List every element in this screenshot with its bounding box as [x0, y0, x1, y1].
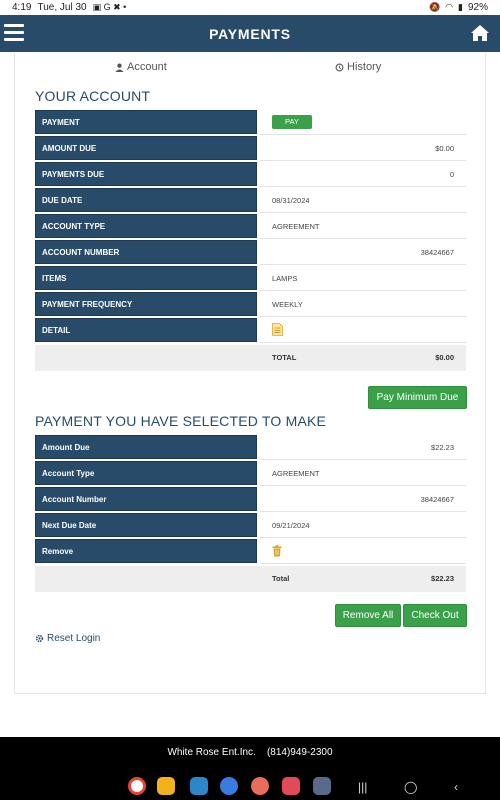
gear-icon	[35, 634, 44, 643]
total-value: $22.23	[431, 574, 454, 583]
row-label: DUE DATE	[35, 188, 257, 212]
total-label: TOTAL	[272, 353, 297, 362]
document-icon[interactable]	[272, 323, 283, 336]
table-row: ACCOUNT NUMBER 38424667	[35, 240, 466, 266]
row-label: PAYMENT FREQUENCY	[35, 292, 257, 316]
next-due-date-value: 09/21/2024	[272, 521, 310, 530]
reset-login-label: Reset Login	[47, 633, 101, 644]
table-row: DUE DATE 08/31/2024	[35, 188, 466, 214]
battery-icon: ▮	[458, 2, 463, 12]
total-row: Total $22.23	[35, 566, 466, 592]
table-row: PAYMENTS DUE 0	[35, 162, 466, 188]
account-number-value: 38424667	[420, 248, 454, 257]
tab-account-label: Account	[127, 61, 167, 73]
selected-amount-due-value: $22.23	[431, 443, 454, 452]
amount-due-value: $0.00	[435, 144, 454, 153]
apps-grid-icon[interactable]	[313, 777, 331, 795]
selected-account-type-value: AGREEMENT	[272, 469, 320, 478]
table-row: ACCOUNT TYPE AGREEMENT	[35, 214, 466, 240]
table-row: PAYMENT PAY	[35, 110, 466, 136]
remove-all-button[interactable]: Remove All	[335, 604, 401, 627]
table-row: ITEMS LAMPS	[35, 266, 466, 292]
notification-icons: ▣ G ✖ •	[92, 2, 127, 12]
status-time: 4:19	[12, 2, 32, 13]
tab-history-label: History	[347, 61, 382, 73]
table-row: Account Type AGREEMENT	[35, 461, 466, 487]
page-title: PAYMENTS	[209, 25, 291, 42]
table-row: AMOUNT DUE $0.00	[35, 136, 466, 162]
pay-minimum-due-button[interactable]: Pay Minimum Due	[368, 386, 467, 409]
calendar-icon[interactable]	[190, 777, 208, 795]
table-row: Remove	[35, 539, 466, 565]
back-icon[interactable]: ‹	[454, 780, 458, 794]
screen-recorder-icon[interactable]	[282, 777, 300, 795]
messages-icon[interactable]	[220, 777, 238, 795]
row-label: AMOUNT DUE	[35, 136, 257, 160]
row-label: ITEMS	[35, 266, 257, 290]
tab-account[interactable]: Account	[115, 61, 167, 73]
chrome-icon[interactable]	[128, 777, 146, 795]
due-date-value: 08/31/2024	[272, 196, 310, 205]
account-type-value: AGREEMENT	[272, 222, 320, 231]
wifi-icon: ◠	[445, 2, 454, 12]
row-label: Next Due Date	[35, 513, 257, 537]
total-row: TOTAL $0.00	[35, 345, 466, 371]
history-icon	[335, 63, 344, 71]
menu-icon[interactable]	[4, 24, 24, 42]
total-label: Total	[272, 574, 290, 583]
row-label: ACCOUNT TYPE	[35, 214, 257, 238]
selected-payment-heading: PAYMENT YOU HAVE SELECTED TO MAKE	[35, 413, 327, 429]
battery-level: 92%	[467, 2, 488, 13]
footer: White Rose Ent.Inc. (814)949-2300 ||| ◯ …	[0, 737, 500, 800]
table-row: PAYMENT FREQUENCY WEEKLY	[35, 292, 466, 318]
row-label: PAYMENT	[35, 110, 257, 134]
row-label: Account Type	[35, 461, 257, 485]
your-account-heading: YOUR ACCOUNT	[35, 88, 151, 104]
company-name: White Rose Ent.Inc.	[167, 747, 256, 758]
reset-login-link[interactable]: Reset Login	[35, 633, 100, 644]
table-row: Next Due Date 09/21/2024	[35, 513, 466, 539]
row-label: ACCOUNT NUMBER	[35, 240, 257, 264]
payment-frequency-value: WEEKLY	[272, 300, 303, 309]
home-circle-icon[interactable]: ◯	[404, 780, 417, 794]
row-label: DETAIL	[35, 318, 257, 342]
row-label: Amount Due	[35, 435, 257, 459]
row-label: PAYMENTS DUE	[35, 162, 257, 186]
mute-icon: 🔕	[428, 2, 441, 12]
items-value: LAMPS	[272, 274, 298, 283]
table-row: DETAIL	[35, 318, 466, 344]
recents-icon[interactable]: |||	[358, 780, 367, 794]
status-date: Tue, Jul 30	[37, 2, 87, 13]
contacts-icon[interactable]	[251, 777, 269, 795]
tab-bar: Account History	[15, 53, 485, 83]
account-table: PAYMENT PAY AMOUNT DUE $0.00 PAYMENTS DU…	[35, 110, 466, 372]
row-label: Account Number	[35, 487, 257, 511]
total-value: $0.00	[435, 353, 454, 362]
folder-icon[interactable]	[157, 777, 175, 795]
status-bar: 4:19 Tue, Jul 30 ▣ G ✖ • 🔕 ◠ ▮ 92%	[0, 0, 500, 15]
tab-history[interactable]: History	[335, 61, 381, 73]
trash-icon[interactable]	[272, 545, 282, 557]
selected-account-number-value: 38424667	[420, 495, 454, 504]
pay-button[interactable]: PAY	[272, 115, 312, 129]
table-row: Account Number 38424667	[35, 487, 466, 513]
home-icon[interactable]	[470, 23, 490, 43]
row-label: Remove	[35, 539, 257, 563]
company-phone[interactable]: (814)949-2300	[267, 747, 333, 758]
selected-payment-table: Amount Due $22.23 Account Type AGREEMENT…	[35, 435, 466, 593]
android-nav-bar: ||| ◯ ‹	[0, 774, 500, 798]
app-header: PAYMENTS	[0, 15, 500, 52]
user-icon	[115, 63, 124, 72]
table-row: Amount Due $22.23	[35, 435, 466, 461]
payments-card: Account History YOUR ACCOUNT PAYMENT PAY…	[14, 53, 486, 694]
payments-due-value: 0	[449, 170, 454, 179]
check-out-button[interactable]: Check Out	[403, 604, 467, 627]
